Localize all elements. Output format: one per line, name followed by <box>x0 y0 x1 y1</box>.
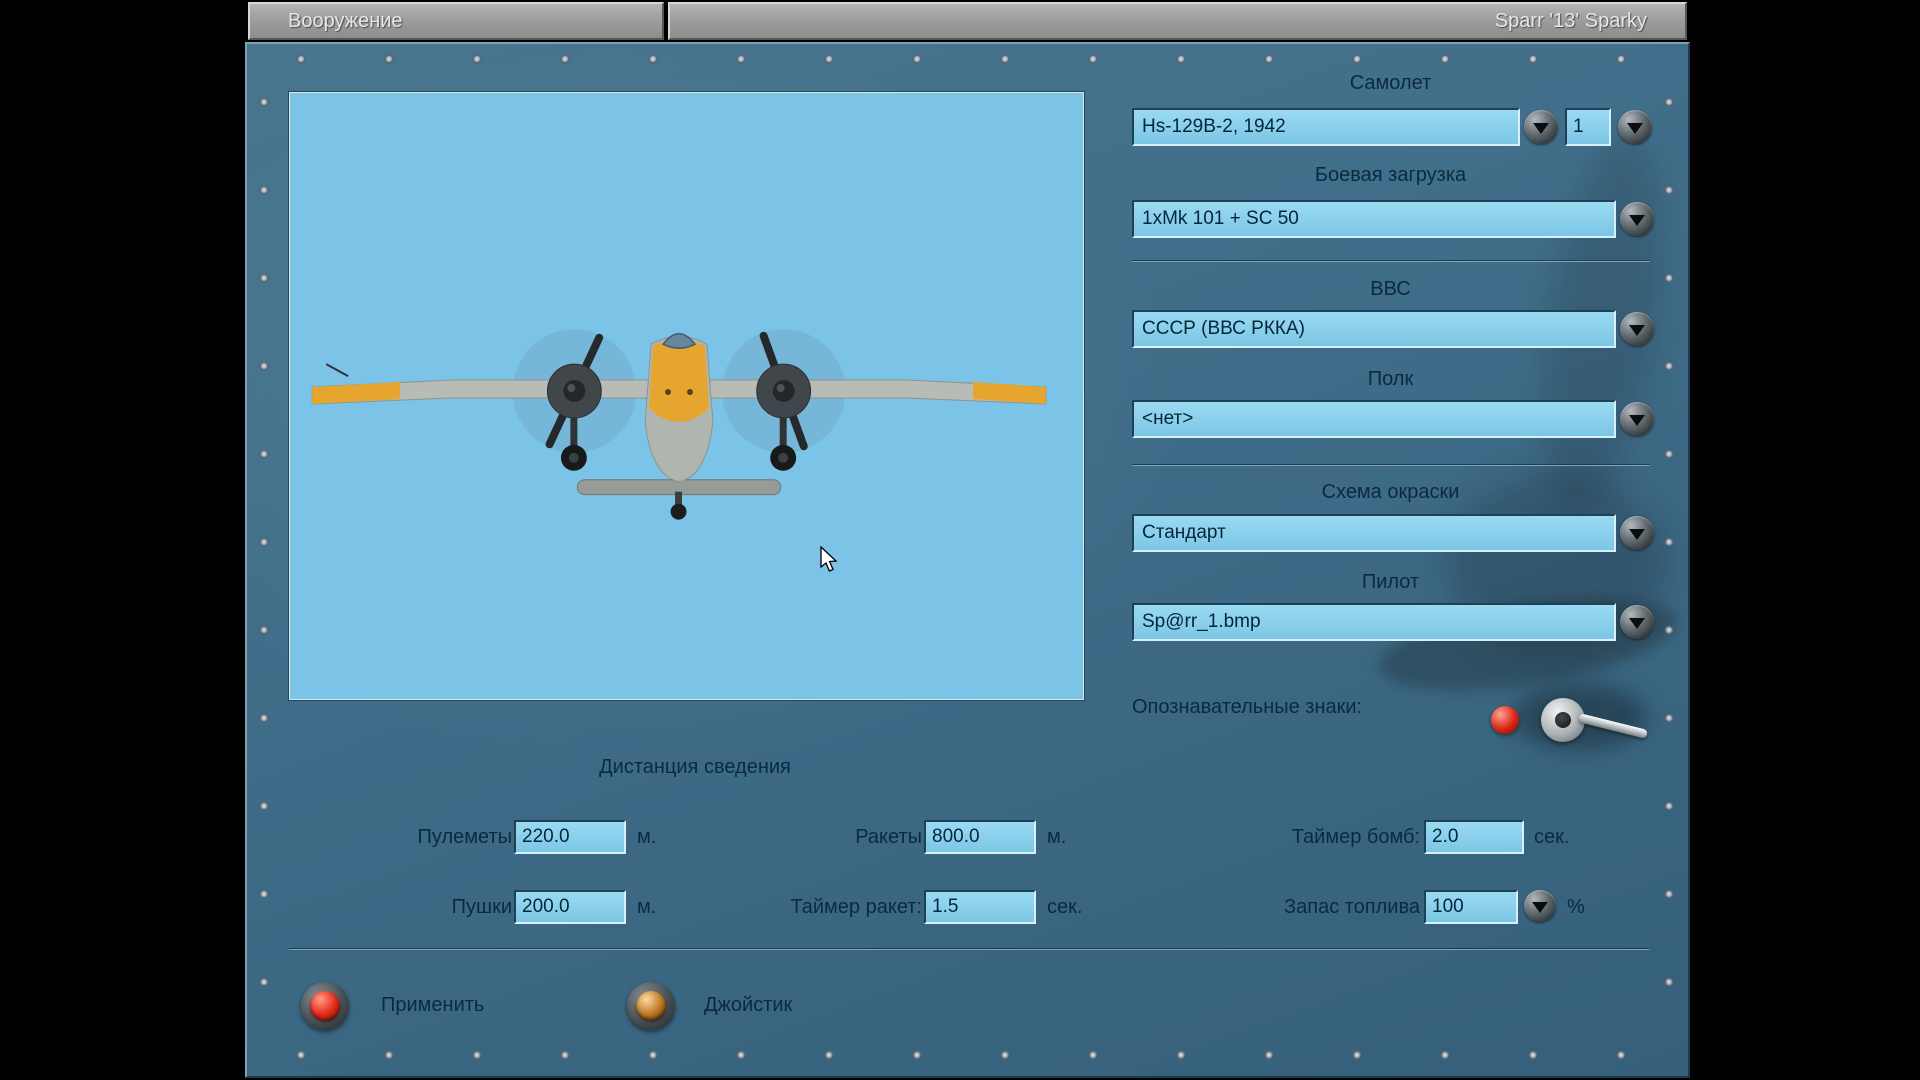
aircraft-front-view-image <box>290 93 1083 699</box>
switch-red-knob-icon <box>1491 706 1519 734</box>
regiment-select-arrow-button[interactable] <box>1620 402 1654 436</box>
fuel-unit: % <box>1567 896 1585 919</box>
rockets-input[interactable] <box>924 820 1036 854</box>
red-pushbutton-icon <box>310 991 340 1021</box>
paint-scheme-select-value: Стандарт <box>1142 522 1226 544</box>
rocket-timer-label: Таймер ракет: <box>760 896 922 919</box>
rivet-border-right <box>1662 58 1676 1048</box>
paint-scheme-select-arrow-button[interactable] <box>1620 516 1654 550</box>
main-panel: Самолет Hs-129B-2, 1942 Боевая загрузка … <box>245 42 1690 1078</box>
machineguns-unit: м. <box>637 826 656 849</box>
apply-label: Применить <box>381 994 484 1017</box>
footer-divider <box>289 948 1649 950</box>
airforce-section-label: ВВС <box>1132 278 1649 301</box>
chevron-down-icon <box>1629 215 1645 226</box>
airforce-select[interactable]: СССР (ВВС РККА) <box>1132 310 1616 348</box>
aircraft-select-arrow-button[interactable] <box>1524 110 1558 144</box>
cannons-unit: м. <box>637 896 656 919</box>
regiment-select-value: <нет> <box>1142 408 1193 430</box>
aircraft-preview <box>289 92 1084 700</box>
convergence-title: Дистанция сведения <box>439 756 951 779</box>
pilot-select-arrow-button[interactable] <box>1620 605 1654 639</box>
pilot-select-value: Sp@rr_1.bmp <box>1142 611 1261 633</box>
bomb-timer-input[interactable] <box>1424 820 1524 854</box>
airforce-select-arrow-button[interactable] <box>1620 312 1654 346</box>
loadout-select-value: 1xMk 101 + SC 50 <box>1142 208 1299 230</box>
player-name-bar: Sparr '13' Sparky <box>668 2 1687 40</box>
aircraft-section-label: Самолет <box>1132 72 1649 95</box>
airforce-select-value: СССР (ВВС РККА) <box>1142 318 1305 340</box>
markings-label: Опознавательные знаки: <box>1132 696 1362 719</box>
fuel-input[interactable] <box>1424 890 1518 924</box>
rockets-label: Ракеты <box>760 826 922 849</box>
paint-scheme-section-label: Схема окраски <box>1132 481 1649 504</box>
chevron-down-icon <box>1532 902 1548 913</box>
rockets-unit: м. <box>1047 826 1066 849</box>
rocket-timer-input[interactable] <box>924 890 1036 924</box>
tab-armament-label: Вооружение <box>288 10 403 33</box>
loadout-select-arrow-button[interactable] <box>1620 202 1654 236</box>
machineguns-input[interactable] <box>514 820 626 854</box>
chevron-down-icon <box>1629 529 1645 540</box>
rivet-border-left <box>257 58 271 1048</box>
bomb-timer-label: Таймер бомб: <box>1252 826 1420 849</box>
rivet-border-bottom <box>257 1048 1678 1062</box>
section-divider <box>1132 260 1650 262</box>
chevron-down-icon <box>1629 415 1645 426</box>
aircraft-select-value: Hs-129B-2, 1942 <box>1142 116 1286 138</box>
rocket-timer-unit: сек. <box>1047 896 1082 919</box>
cannons-label: Пушки <box>350 896 512 919</box>
cannons-input[interactable] <box>514 890 626 924</box>
joystick-label: Джойстик <box>704 994 792 1017</box>
section-divider <box>1132 464 1650 466</box>
chevron-down-icon <box>1533 123 1549 134</box>
chevron-down-icon <box>1629 325 1645 336</box>
aircraft-count-arrow-button[interactable] <box>1618 110 1652 144</box>
aircraft-count-input[interactable] <box>1565 108 1611 146</box>
top-bar: Вооружение Sparr '13' Sparky <box>245 0 1690 42</box>
loadout-select[interactable]: 1xMk 101 + SC 50 <box>1132 200 1616 238</box>
paint-scheme-select[interactable]: Стандарт <box>1132 514 1616 552</box>
amber-pushbutton-icon <box>636 991 666 1021</box>
tab-armament[interactable]: Вооружение <box>248 2 664 40</box>
machineguns-label: Пулеметы <box>350 826 512 849</box>
aircraft-select[interactable]: Hs-129B-2, 1942 <box>1132 108 1520 146</box>
joystick-button[interactable] <box>627 982 675 1030</box>
pilot-section-label: Пилот <box>1132 571 1649 594</box>
regiment-section-label: Полк <box>1132 368 1649 391</box>
loadout-section-label: Боевая загрузка <box>1132 164 1649 187</box>
player-name-label: Sparr '13' Sparky <box>1495 10 1647 33</box>
pilot-select[interactable]: Sp@rr_1.bmp <box>1132 603 1616 641</box>
chevron-down-icon <box>1627 123 1643 134</box>
apply-button[interactable] <box>301 982 349 1030</box>
rivet-border-top <box>257 52 1678 66</box>
chevron-down-icon <box>1629 618 1645 629</box>
markings-toggle-switch[interactable] <box>1485 680 1660 758</box>
fuel-label: Запас топлива <box>1252 896 1420 919</box>
regiment-select[interactable]: <нет> <box>1132 400 1616 438</box>
il2-armament-screen: Вооружение Sparr '13' Sparky <box>0 0 1920 1080</box>
fuel-arrow-button[interactable] <box>1524 890 1556 922</box>
bomb-timer-unit: сек. <box>1534 826 1569 849</box>
